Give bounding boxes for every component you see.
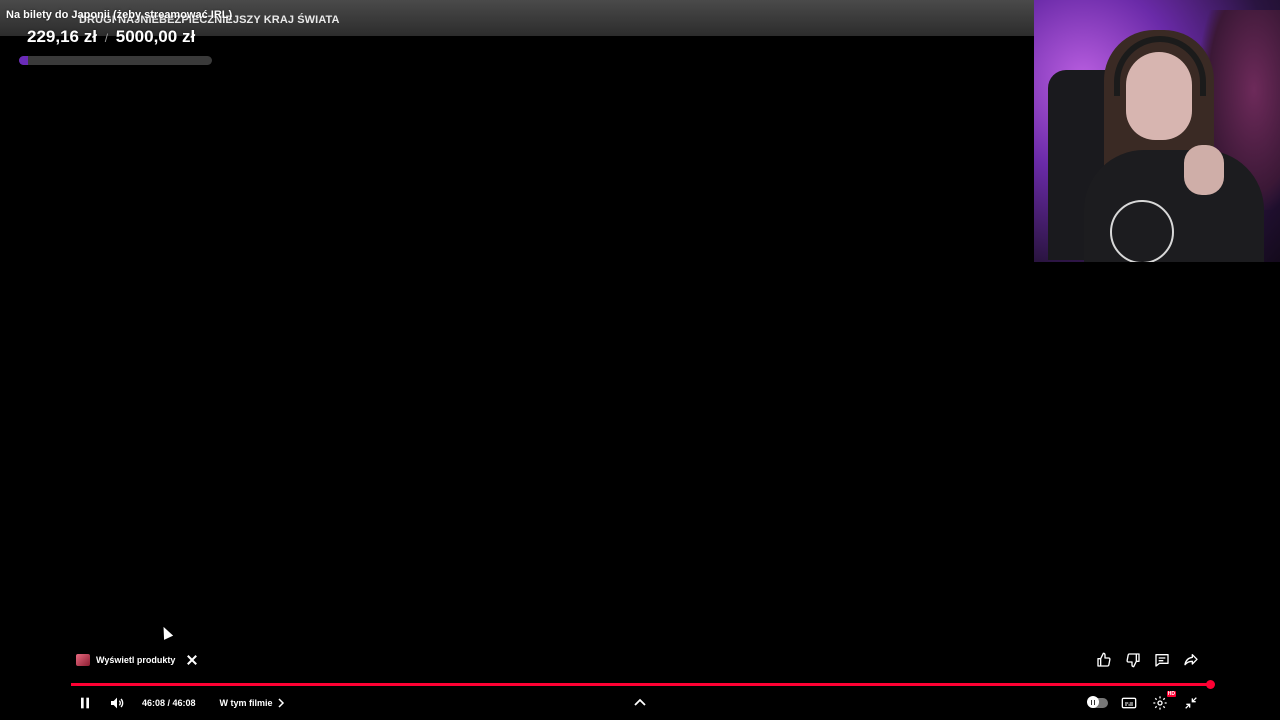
streamer-webcam [1034, 0, 1280, 262]
pause-icon [81, 697, 89, 709]
video-progress-bar[interactable] [71, 680, 1215, 689]
autoplay-toggle[interactable] [1087, 692, 1109, 714]
webcam-hand [1184, 145, 1224, 195]
subtitles-button[interactable] [1118, 692, 1140, 714]
webcam-body [1084, 150, 1264, 262]
product-thumbnail-icon [76, 654, 90, 666]
view-products-chip[interactable]: Wyświetl produkty [76, 650, 199, 670]
comment-icon[interactable] [1153, 651, 1171, 669]
settings-icon [1153, 696, 1167, 710]
subtitles-icon [1121, 697, 1137, 709]
settings-button[interactable]: HD [1149, 691, 1176, 714]
exit-fullscreen-button[interactable] [1180, 692, 1202, 714]
webcam-shirt-logo [1110, 200, 1174, 262]
volume-button[interactable] [106, 692, 128, 714]
mouse-cursor-icon [159, 624, 174, 640]
share-icon[interactable] [1182, 651, 1200, 669]
donation-separator: / [104, 31, 109, 45]
time-display: 46:08 / 46:08 [142, 698, 196, 708]
controls-left: 46:08 / 46:08 W tym filmie [74, 692, 285, 714]
pause-button[interactable] [74, 692, 96, 714]
volume-icon [111, 697, 124, 709]
donation-goal-amounts: 229,16 zł / 5000,00 zł [27, 27, 195, 47]
autoplay-toggle-track [1087, 696, 1108, 708]
controls-right: HD [1087, 691, 1202, 714]
donation-target: 5000,00 zł [115, 27, 196, 46]
donation-goal-label: Na bilety do Japonii (żeby streamować IR… [6, 9, 233, 21]
video-player[interactable]: DRUGI NAJNIEBEZPIECZNIEJSZY KRAJ ŚWIATA … [0, 0, 1280, 720]
exit-fullscreen-icon [1185, 697, 1197, 709]
chevron-up-icon[interactable] [632, 695, 648, 711]
video-progress-scrubber[interactable] [1206, 680, 1215, 689]
hd-badge: HD [1166, 691, 1176, 697]
thumbs-down-icon[interactable] [1124, 651, 1142, 669]
chapter-button[interactable]: W tym filmie [220, 698, 285, 708]
autoplay-pause-icon [1087, 696, 1099, 708]
chevron-right-icon [278, 698, 284, 708]
donation-goal-progress-fill [19, 56, 28, 65]
donation-goal-progress-bar [19, 56, 212, 65]
video-progress-fill [71, 683, 1210, 686]
view-products-label: Wyświetl produkty [96, 655, 176, 665]
chapter-label: W tym filmie [219, 698, 273, 708]
video-actions [1095, 651, 1200, 669]
thumbs-up-icon[interactable] [1095, 651, 1113, 669]
close-icon[interactable] [185, 653, 199, 667]
donation-current: 229,16 zł [27, 27, 97, 46]
